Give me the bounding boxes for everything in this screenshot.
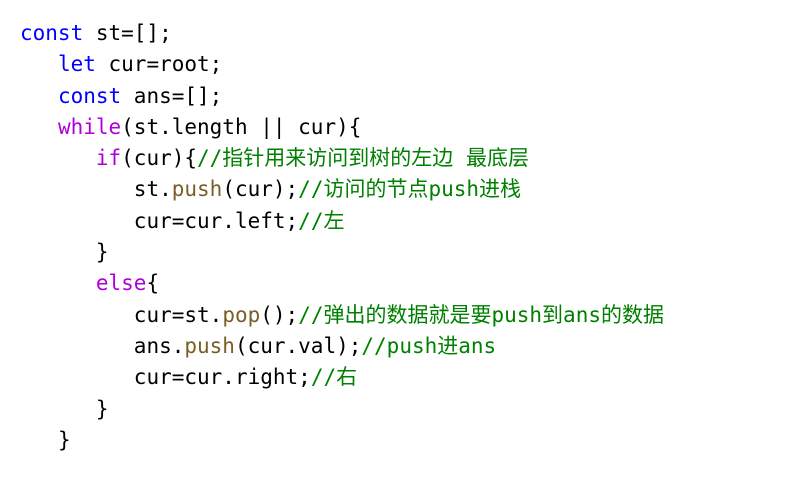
code-token-fn: push <box>171 177 223 202</box>
code-token-plain: (st.length || cur){ <box>121 114 362 139</box>
code-token-plain: { <box>146 271 160 296</box>
code-line: } <box>20 425 664 456</box>
code-token-plain: cur=cur.right; <box>133 365 311 390</box>
code-block[interactable]: const st=[]; let cur=root; const ans=[];… <box>20 18 664 456</box>
code-line: const ans=[]; <box>20 81 664 112</box>
code-token-ctrl: while <box>57 114 122 139</box>
code-token-comment: //右 <box>310 365 358 390</box>
code-line: let cur=root; <box>20 49 664 80</box>
code-line: cur=cur.left;//左 <box>20 206 664 237</box>
code-token-comment: //弹出的数据就是要push到ans的数据 <box>298 302 664 327</box>
code-line: cur=st.pop();//弹出的数据就是要push到ans的数据 <box>20 300 664 331</box>
code-token-plain: cur=st. <box>133 302 223 327</box>
code-line: ans.push(cur.val);//push进ans <box>20 331 664 362</box>
code-token-plain: (cur){ <box>121 146 198 171</box>
code-token-ctrl: if <box>95 146 122 171</box>
code-token-kw: const <box>20 21 84 45</box>
code-token-comment: //指针用来访问到树的左边 最底层 <box>197 146 529 171</box>
code-token-plain: (cur.val); <box>234 333 362 358</box>
code-line: const st=[]; <box>20 18 664 49</box>
code-token-kw: const <box>57 83 122 108</box>
code-editor[interactable]: const st=[]; let cur=root; const ans=[];… <box>0 0 800 481</box>
code-line: else{ <box>20 268 664 299</box>
code-token-comment: //push进ans <box>361 333 497 358</box>
code-token-plain: (); <box>260 302 299 327</box>
code-token-plain: } <box>95 240 109 265</box>
code-token-ctrl: else <box>95 271 147 296</box>
code-token-plain: } <box>95 396 109 421</box>
code-token-plain: (cur); <box>222 177 299 202</box>
code-line: st.push(cur);//访问的节点push进栈 <box>20 174 664 205</box>
code-line: } <box>20 237 664 268</box>
code-token-comment: //访问的节点push进栈 <box>298 177 522 202</box>
code-line: while(st.length || cur){ <box>20 112 664 143</box>
code-line: cur=cur.right;//右 <box>20 362 664 393</box>
code-token-comment: //左 <box>298 208 345 233</box>
code-line: } <box>20 394 664 425</box>
code-token-plain: ans. <box>133 333 185 358</box>
code-token-plain: ans=[]; <box>121 83 223 108</box>
code-token-plain: st. <box>133 177 172 202</box>
code-token-plain: } <box>57 427 71 452</box>
code-token-plain: cur=root; <box>95 52 223 77</box>
code-token-fn: push <box>184 333 235 358</box>
code-token-fn: pop <box>222 302 261 327</box>
code-token-kw: let <box>57 52 96 77</box>
code-token-plain: st=[]; <box>83 21 172 45</box>
code-line: if(cur){//指针用来访问到树的左边 最底层 <box>20 143 664 174</box>
code-token-plain: cur=cur.left; <box>133 208 299 233</box>
